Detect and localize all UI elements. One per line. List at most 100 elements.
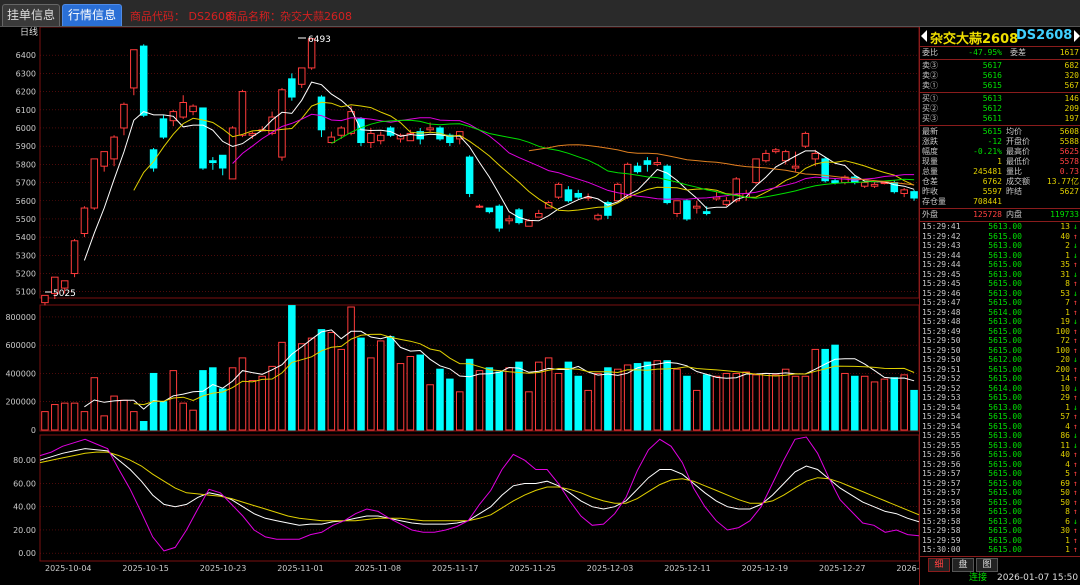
next-arrow-icon[interactable] [1074, 30, 1080, 42]
tick-up-arrow-icon: ↑ [1073, 469, 1078, 478]
candle-body [831, 180, 839, 184]
candle-body [505, 218, 513, 222]
volume-bar [910, 389, 918, 431]
tick-price: 5613.00 [988, 241, 1022, 250]
tick-time: 15:29:58 [922, 516, 961, 526]
kline-chart-area[interactable]: 日线 6400 6300 6200 6100 6000 5900 5800 5700 5600 55… [0, 27, 919, 585]
tick-row: 15:29:54 5613.00 1 ↓ [920, 403, 1080, 413]
stat-row: 最新 5615 均价 5608 [920, 127, 1080, 137]
tick-row: 15:29:46 5613.00 53 ↓ [920, 289, 1080, 299]
tick-row: 15:29:47 5615.00 7 ↑ [920, 298, 1080, 308]
panel-tab-2[interactable]: 盘 [952, 558, 974, 572]
tick-up-arrow-icon: ↑ [1073, 307, 1078, 317]
candle-body [179, 102, 187, 118]
tick-time: 15:29:57 [922, 478, 961, 488]
tick-volume: 7 [1065, 298, 1070, 307]
candle-body [623, 163, 632, 198]
candle-body [683, 200, 691, 220]
tick-time: 15:29:45 [922, 269, 961, 279]
panel-divider [920, 59, 1080, 60]
price-tick-label: 6400 [16, 51, 36, 60]
tick-volume: 14 [1060, 374, 1070, 383]
kdj-j-line [39, 436, 919, 552]
tick-up-arrow-icon: ↑ [1073, 345, 1078, 355]
tab-quote-info[interactable]: 行情信息 [62, 4, 122, 26]
tick-row: 15:29:55 5613.00 86 ↓ [920, 431, 1080, 441]
tick-volume: 5 [1065, 469, 1070, 478]
tick-row: 15:29:50 5615.00 72 ↑ [920, 336, 1080, 346]
tick-row: 15:29:57 5615.00 69 ↑ [920, 479, 1080, 489]
candle-body [139, 45, 148, 116]
tick-volume: 29 [1060, 393, 1070, 402]
bid-label: 买③ [922, 114, 938, 123]
stat-row: 现量 1 最低价 5578 [920, 157, 1080, 167]
tick-up-arrow-icon: ↑ [1073, 545, 1078, 554]
tick-time: 15:30:00 [922, 545, 961, 554]
tick-time: 15:29:43 [922, 241, 961, 250]
candle-body [643, 160, 652, 165]
tick-row: 15:29:56 5615.00 40 ↑ [920, 450, 1080, 460]
bid-label: 买② [922, 104, 938, 113]
candle-body [228, 127, 237, 180]
candle-body [475, 205, 484, 208]
volume-bar [386, 336, 395, 431]
tick-time: 15:29:50 [922, 355, 961, 364]
date-label: 2025-11-01 [277, 564, 324, 573]
kline-chart[interactable]: 日线 6400 6300 6200 6100 6000 5900 5800 5700 5600 55… [0, 27, 919, 585]
tick-volume: 100 [1055, 326, 1070, 336]
stat-label-2: 最高价 [1006, 147, 1030, 156]
tick-volume: 13 [1060, 222, 1070, 231]
candle-body [110, 136, 118, 160]
ask-row: 卖③ 5617 682 [920, 61, 1080, 71]
tick-row: 15:29:48 5613.00 19 ↓ [920, 317, 1080, 327]
tick-time: 15:29:49 [922, 326, 961, 336]
candle-body [367, 132, 375, 144]
volume-bar [297, 343, 306, 431]
tick-row: 15:29:48 5614.00 1 ↑ [920, 308, 1080, 318]
outer-inner-row: 外盘 125728 内盘 119733 [920, 210, 1080, 220]
diff-value: 1617 [1059, 48, 1079, 57]
tick-down-arrow-icon: ↓ [1073, 317, 1078, 326]
tick-down-arrow-icon: ↓ [1073, 516, 1078, 526]
panel-tab-1[interactable]: 细 [928, 558, 950, 572]
candle-body [60, 280, 69, 289]
tick-price: 5615.00 [988, 497, 1022, 507]
kdj-tick-label: 20.00 [13, 526, 36, 535]
tick-price: 5615.00 [988, 374, 1022, 383]
candle-body [120, 103, 128, 129]
stat-label-2: 昨结 [1006, 187, 1022, 196]
tick-price: 5613.00 [988, 222, 1022, 231]
candle-body [762, 152, 770, 162]
volume-bar [505, 367, 513, 431]
volume-bar [248, 380, 257, 431]
candle-body [534, 212, 543, 218]
tick-price: 5615.00 [988, 279, 1022, 288]
candle-body [218, 154, 227, 169]
volume-bar [702, 374, 711, 431]
tick-up-arrow-icon: ↑ [1073, 526, 1078, 535]
volume-bar [475, 370, 484, 431]
tick-row: 15:29:53 5615.00 29 ↑ [920, 393, 1080, 403]
tick-volume: 6 [1065, 516, 1070, 526]
ma10-line [133, 101, 915, 212]
price-tick-label: 6100 [16, 106, 36, 115]
date-label: 2026-01-07 [896, 564, 919, 573]
tab-order-info[interactable]: 挂单信息 [2, 4, 60, 26]
volume-bar [179, 402, 187, 431]
tick-volume: 30 [1060, 526, 1070, 535]
tick-time: 15:29:51 [922, 364, 961, 374]
prev-arrow-icon[interactable] [921, 30, 927, 42]
tick-price: 5615.00 [988, 412, 1022, 421]
tick-row: 15:29:54 5615.00 57 ↑ [920, 412, 1080, 422]
panel-tab-3[interactable]: 图 [976, 558, 998, 572]
tick-price: 5615.00 [988, 488, 1022, 497]
tick-time: 15:29:47 [922, 298, 961, 307]
volume-bar [811, 348, 820, 431]
tick-price: 5615.00 [988, 326, 1022, 336]
tick-volume: 8 [1065, 507, 1070, 516]
volume-bar [416, 354, 425, 431]
stat-row: 昨收 5597 昨结 5627 [920, 187, 1080, 197]
candle-body [525, 220, 533, 227]
volume-bar [80, 411, 89, 431]
ask-price: 5617 [982, 61, 1002, 70]
